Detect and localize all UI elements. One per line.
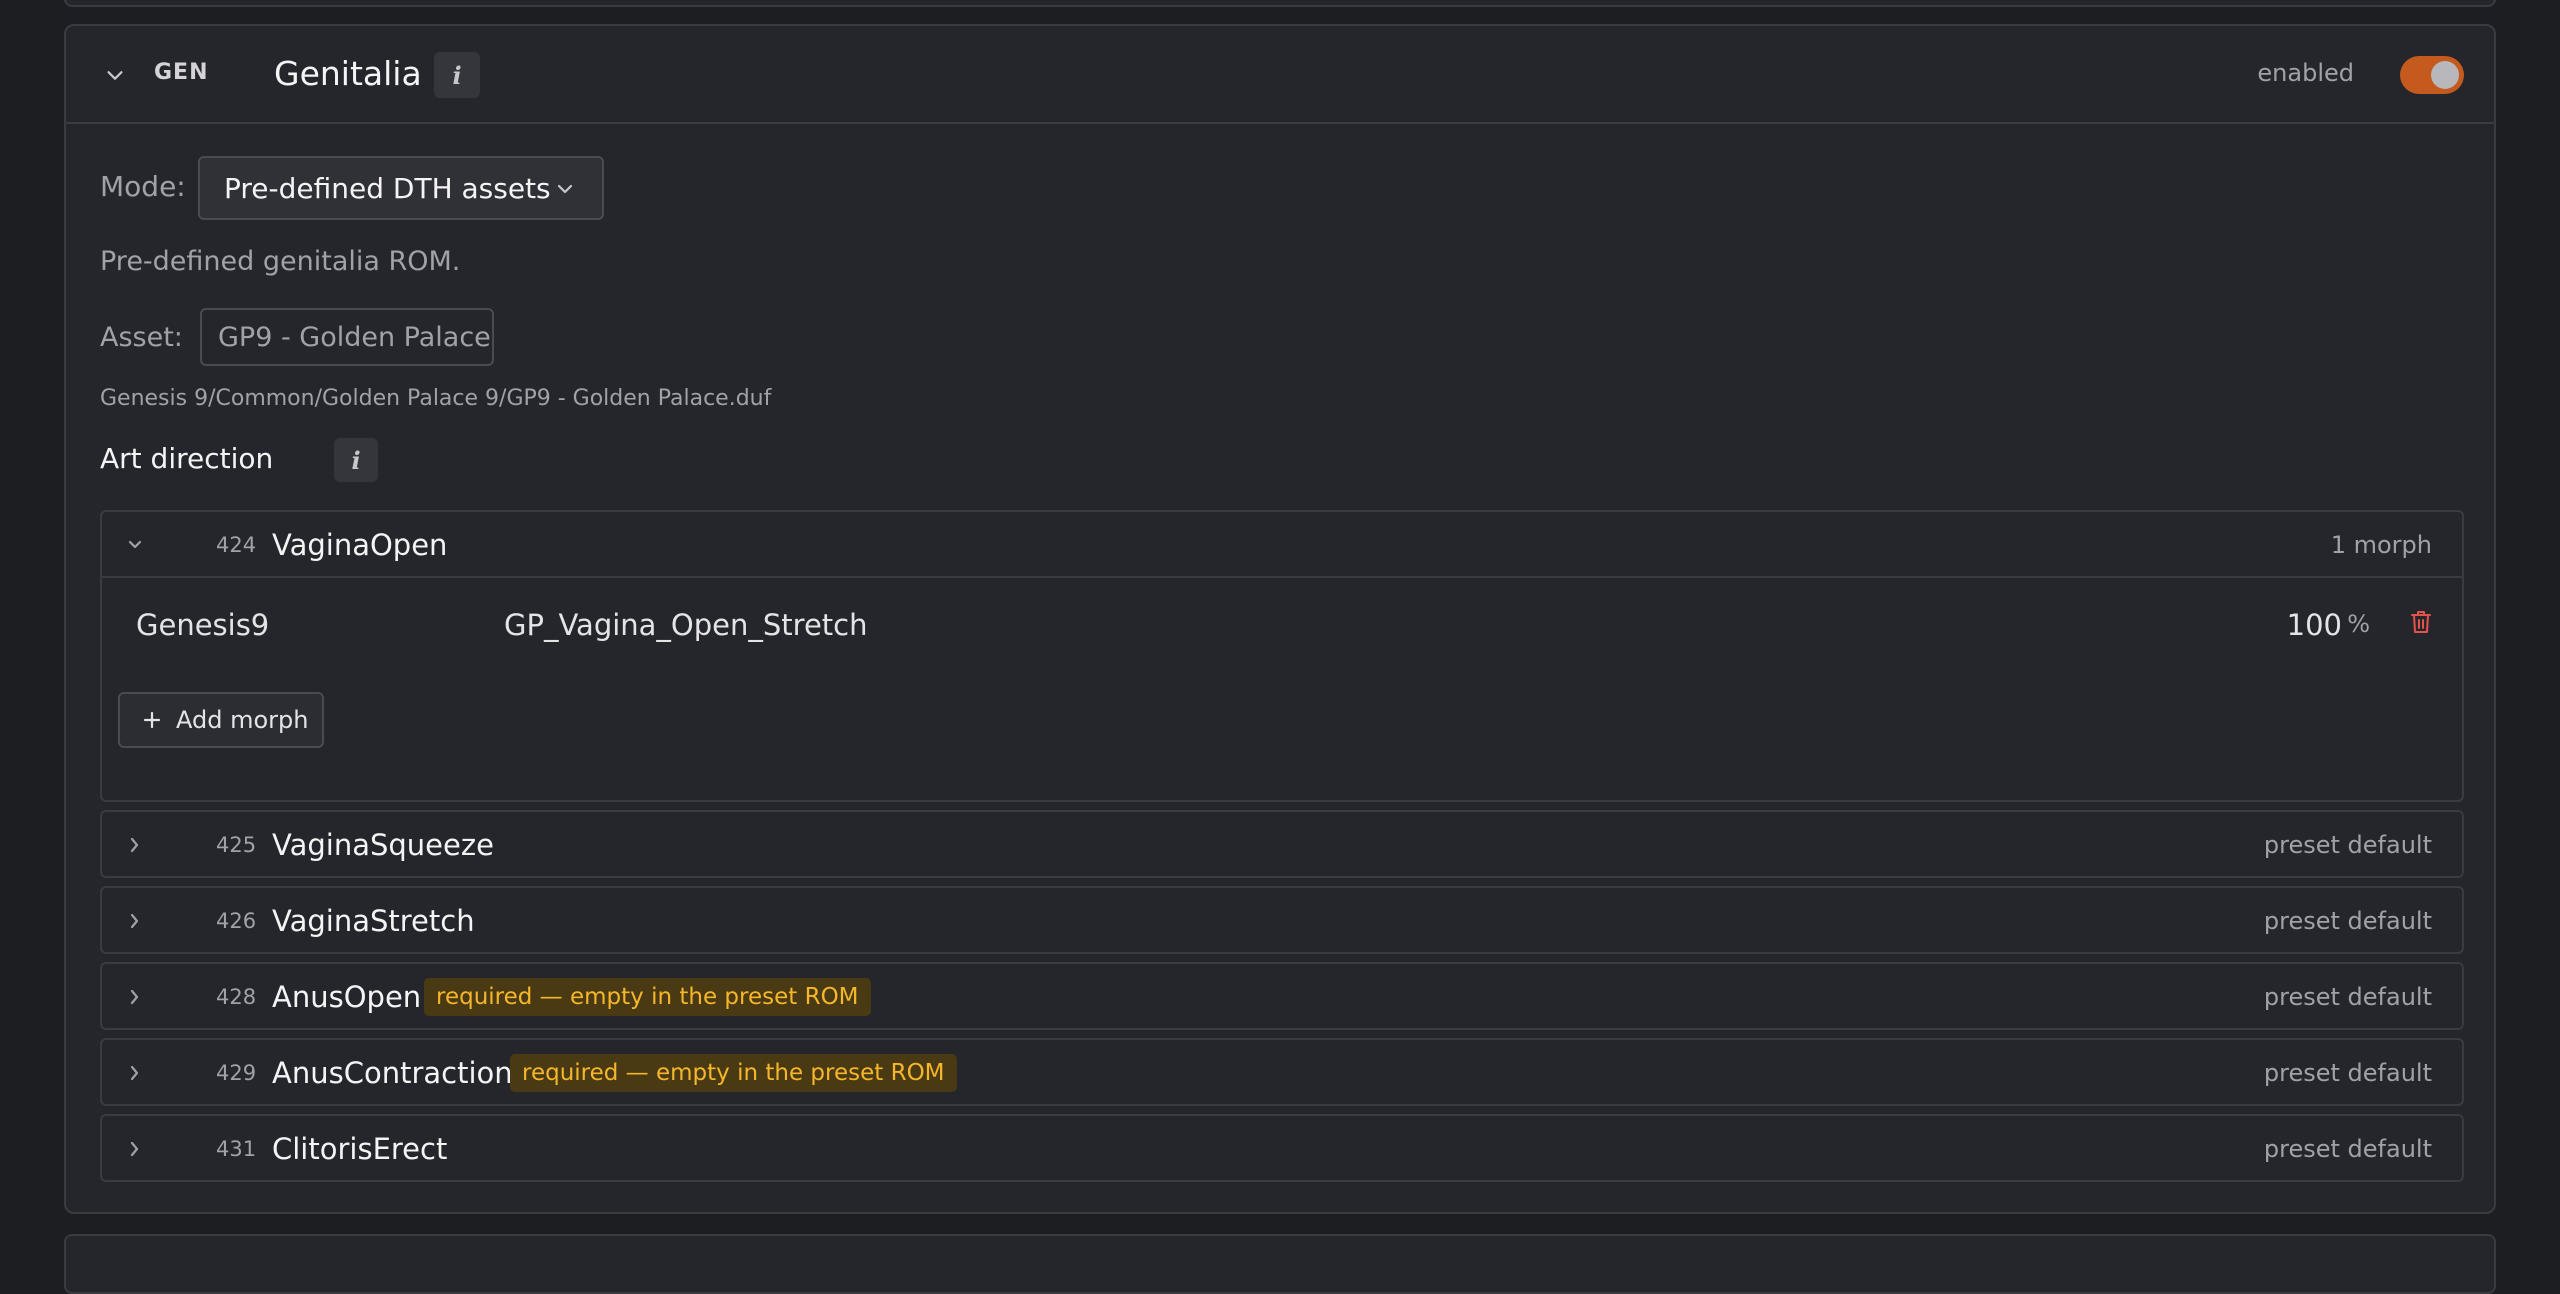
warning-badge: required — empty in the preset ROM xyxy=(510,1054,957,1092)
morph-group-row[interactable]: 426 VaginaStretch preset default xyxy=(100,886,2464,954)
morph-group-row[interactable]: 429 AnusContraction required — empty in … xyxy=(100,1038,2464,1106)
morph-count: 1 morph xyxy=(2330,531,2432,559)
chevron-right-icon[interactable] xyxy=(124,1138,146,1160)
morph-group-number: 426 xyxy=(216,909,257,933)
status-text: preset default xyxy=(2263,1059,2432,1087)
morph-group-number: 428 xyxy=(216,985,257,1009)
morph-group-name: AnusContraction xyxy=(272,1056,513,1090)
morph-value-input[interactable]: 100 xyxy=(2287,608,2342,642)
morph-group-name: AnusOpen xyxy=(272,980,422,1014)
morph-group-number: 429 xyxy=(216,1061,257,1085)
chevron-right-icon[interactable] xyxy=(124,834,146,856)
toggle-knob xyxy=(2431,61,2459,89)
chevron-down-icon[interactable] xyxy=(104,64,126,86)
plus-icon xyxy=(143,711,161,729)
section-title: Genitalia xyxy=(274,54,422,93)
chevron-right-icon[interactable] xyxy=(124,910,146,932)
art-direction-title: Art direction xyxy=(100,442,274,475)
morph-group-number: 424 xyxy=(216,533,257,557)
trash-icon[interactable] xyxy=(2410,610,2432,634)
mode-label: Mode: xyxy=(100,170,186,203)
status-text: preset default xyxy=(2263,983,2432,1011)
asset-label: Asset: xyxy=(100,322,183,353)
morph-group-number: 431 xyxy=(216,1137,257,1161)
previous-section-card xyxy=(64,0,2496,7)
chevron-down-icon[interactable] xyxy=(124,534,146,556)
section-code: GEN xyxy=(154,60,209,85)
add-morph-label: Add morph xyxy=(176,706,309,734)
add-morph-button[interactable]: Add morph xyxy=(118,692,324,748)
info-icon[interactable]: i xyxy=(334,438,378,482)
mode-value: Pre-defined DTH assets xyxy=(224,171,551,205)
morph-name: GP_Vagina_Open_Stretch xyxy=(504,608,868,642)
morph-group-expanded: 424 VaginaOpen 1 morph Genesis9 GP_Vagin… xyxy=(100,510,2464,802)
status-text: preset default xyxy=(2263,831,2432,859)
next-section-card xyxy=(64,1234,2496,1294)
enabled-toggle[interactable] xyxy=(2400,56,2464,94)
info-icon[interactable]: i xyxy=(434,52,480,98)
chevron-down-icon xyxy=(557,184,573,194)
chevron-right-icon[interactable] xyxy=(124,1062,146,1084)
status-text: preset default xyxy=(2263,1135,2432,1163)
warning-badge: required — empty in the preset ROM xyxy=(424,978,871,1016)
morph-group-name: VaginaStretch xyxy=(272,904,475,938)
mode-description: Pre-defined genitalia ROM. xyxy=(100,246,461,277)
morph-unit: % xyxy=(2347,610,2370,638)
morph-group-row[interactable]: 431 ClitorisErect preset default xyxy=(100,1114,2464,1182)
morph-group-name: ClitorisErect xyxy=(272,1132,448,1166)
enabled-label: enabled xyxy=(2257,59,2354,87)
section-header[interactable]: GEN Genitalia i enabled xyxy=(66,26,2494,124)
status-text: preset default xyxy=(2263,907,2432,935)
morph-group-row[interactable]: 425 VaginaSqueeze preset default xyxy=(100,810,2464,878)
morph-group-number: 425 xyxy=(216,833,257,857)
chevron-right-icon[interactable] xyxy=(124,986,146,1008)
mode-select[interactable]: Pre-defined DTH assets xyxy=(198,156,604,220)
genitalia-section-card: GEN Genitalia i enabled Mode: Pre-define… xyxy=(64,24,2496,1214)
asset-value: GP9 - Golden Palace xyxy=(218,321,491,353)
morph-group-name: VaginaSqueeze xyxy=(272,828,494,862)
asset-path: Genesis 9/Common/Golden Palace 9/GP9 - G… xyxy=(100,386,772,411)
morph-figure: Genesis9 xyxy=(136,608,270,642)
morph-group-name: VaginaOpen xyxy=(272,528,448,562)
morph-group-header[interactable]: 424 VaginaOpen 1 morph xyxy=(102,512,2462,578)
asset-field[interactable]: GP9 - Golden Palace xyxy=(200,308,494,366)
morph-group-row[interactable]: 428 AnusOpen required — empty in the pre… xyxy=(100,962,2464,1030)
